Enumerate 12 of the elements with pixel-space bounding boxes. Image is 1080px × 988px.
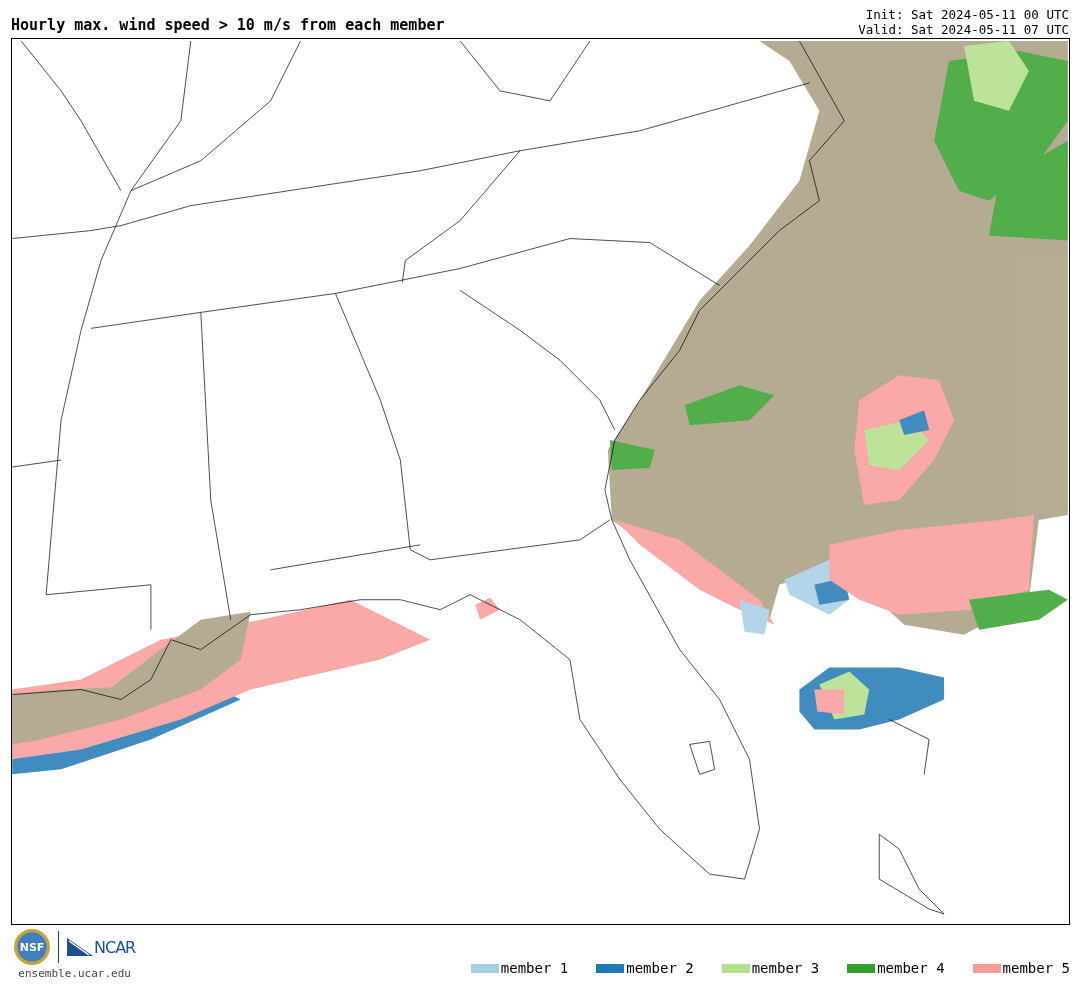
ncar-logo-text: NCAR [94, 937, 136, 957]
init-time: Init: Sat 2024-05-11 00 UTC [864, 7, 1069, 22]
legend-label: member 3 [751, 960, 820, 976]
ncar-logo-icon [67, 938, 93, 956]
plot-title: Hourly max. wind speed > 10 m/s from each member [11, 16, 445, 36]
legend-label: member 1 [500, 960, 569, 976]
valid-time: Valid: Sat 2024-05-11 07 UTC [858, 22, 1069, 37]
nsf-logo: NSF [14, 929, 50, 965]
site-url: ensemble.ucar.edu [18, 967, 131, 980]
legend-label: member 4 [877, 960, 945, 976]
legend-label: member 2 [626, 960, 694, 976]
legend-label: member 5 [1002, 960, 1070, 976]
